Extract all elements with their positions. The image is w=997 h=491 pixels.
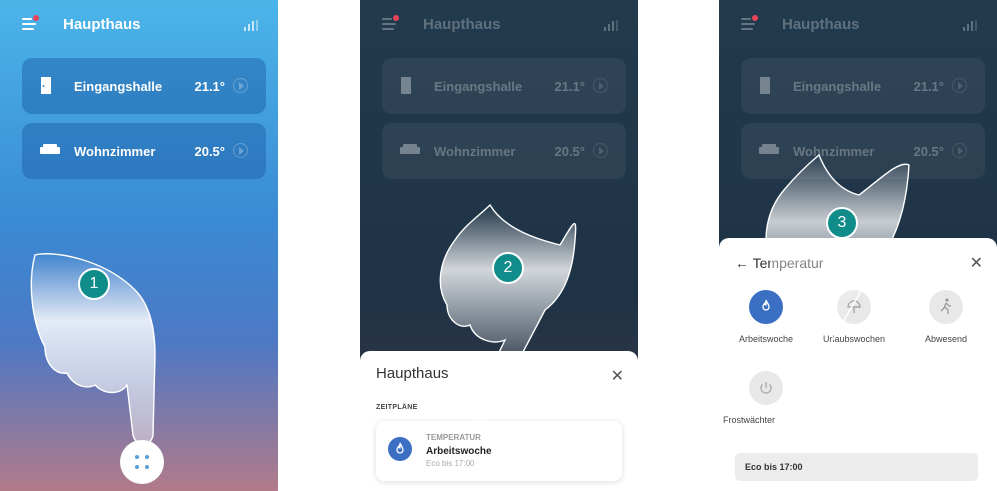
section-heading: ZEITPLÄNE [376, 404, 418, 411]
room-card-wohnzimmer: Wohnzimmer 20.5° [382, 123, 626, 179]
door-icon [401, 77, 411, 94]
mode-label: Frostwächter [723, 415, 776, 425]
top-bar: Haupthaus [719, 0, 997, 50]
status-text: Eco bis 17:00 [745, 462, 803, 472]
notification-dot [33, 15, 39, 21]
umbrella-icon [837, 290, 871, 324]
sofa-icon [400, 144, 420, 154]
play-icon[interactable] [233, 78, 248, 93]
room-temperature: 21.1° [913, 79, 944, 94]
room-temperature: 20.5° [554, 144, 585, 159]
sheet-title: Haupthaus [376, 365, 449, 382]
arrow-left-icon: ← [735, 255, 753, 271]
sofa-icon [40, 144, 60, 154]
play-icon[interactable] [233, 143, 248, 158]
room-temperature: 21.1° [194, 79, 225, 94]
menu-icon[interactable] [382, 15, 399, 30]
notification-dot [752, 15, 758, 21]
room-card-eingangshalle[interactable]: Eingangshalle 21.1° [22, 58, 266, 114]
play-icon [952, 78, 967, 93]
sofa-icon [759, 144, 779, 154]
phone-screen-schedules: Haupthaus Eingangshalle 21.1° Wohnzimmer… [360, 0, 638, 491]
flame-icon [388, 437, 412, 461]
room-name: Eingangshalle [74, 79, 163, 94]
bottom-sheet-temperature: ← Temperatur ✕ Arbeitswoche Urlaubswoche… [719, 238, 997, 491]
tutorial-stage: Haupthaus Eingangshalle 21.1° Wohnzimmer… [0, 0, 997, 491]
room-card-eingangshalle: Eingangshalle 21.1° [741, 58, 985, 114]
status-bar: Eco bis 17:00 [735, 453, 978, 481]
flame-icon [749, 290, 783, 324]
room-card-wohnzimmer[interactable]: Wohnzimmer 20.5° [22, 123, 266, 179]
play-icon [593, 78, 608, 93]
mode-urlaubswochen[interactable]: Urlaubswochen [819, 290, 889, 344]
close-icon[interactable]: ✕ [611, 366, 624, 386]
step-badge: 2 [492, 252, 524, 284]
signal-icon [963, 20, 977, 31]
page-title: Haupthaus [63, 16, 141, 33]
play-icon [952, 143, 967, 158]
room-name: Wohnzimmer [434, 144, 516, 159]
more-actions-button[interactable] [120, 440, 164, 484]
back-button[interactable]: ← Temperatur [735, 255, 823, 271]
play-icon [593, 143, 608, 158]
step-badge: 1 [78, 268, 110, 300]
mode-label: Abwesend [924, 334, 968, 344]
menu-icon[interactable] [741, 15, 758, 30]
schedule-card[interactable]: TEMPERATUR Arbeitswoche Eco bis 17:00 [376, 421, 622, 481]
page-title: Haupthaus [782, 16, 860, 33]
room-name: Wohnzimmer [74, 144, 156, 159]
mode-frostwaechter[interactable]: Frostwächter [723, 371, 801, 425]
room-name: Wohnzimmer [793, 144, 875, 159]
room-card-eingangshalle: Eingangshalle 21.1° [382, 58, 626, 114]
menu-icon[interactable] [22, 15, 39, 30]
schedule-category: TEMPERATUR [426, 433, 481, 442]
notification-dot [393, 15, 399, 21]
schedule-name: Arbeitswoche [426, 446, 492, 457]
page-title: Haupthaus [423, 16, 501, 33]
schedule-detail: Eco bis 17:00 [426, 459, 475, 468]
mode-label: Urlaubswochen [822, 334, 886, 344]
door-icon [41, 77, 51, 94]
phone-screen-temperature: Haupthaus Eingangshalle 21.1° Wohnzimmer… [719, 0, 997, 491]
room-name: Eingangshalle [793, 79, 882, 94]
bottom-sheet-schedules: Haupthaus ✕ ZEITPLÄNE TEMPERATUR Arbeits… [360, 351, 638, 491]
signal-icon [604, 20, 618, 31]
pointing-hand-illustration [30, 253, 156, 446]
sheet-title: Temperatur [752, 255, 824, 271]
door-icon [760, 77, 770, 94]
step-badge: 3 [826, 207, 858, 239]
signal-icon [244, 20, 258, 31]
room-temperature: 21.1° [554, 79, 585, 94]
power-icon [749, 371, 783, 405]
top-bar: Haupthaus [360, 0, 638, 50]
mode-label: Arbeitswoche [738, 334, 794, 344]
top-bar: Haupthaus [0, 0, 278, 50]
close-icon[interactable]: ✕ [970, 253, 983, 273]
mode-arbeitswoche[interactable]: Arbeitswoche [731, 290, 801, 344]
mode-abwesend[interactable]: Abwesend [911, 290, 981, 344]
room-card-wohnzimmer: Wohnzimmer 20.5° [741, 123, 985, 179]
room-name: Eingangshalle [434, 79, 523, 94]
room-temperature: 20.5° [194, 144, 225, 159]
room-temperature: 20.5° [913, 144, 944, 159]
walking-person-icon [929, 290, 963, 324]
phone-screen-home: Haupthaus Eingangshalle 21.1° Wohnzimmer… [0, 0, 278, 491]
